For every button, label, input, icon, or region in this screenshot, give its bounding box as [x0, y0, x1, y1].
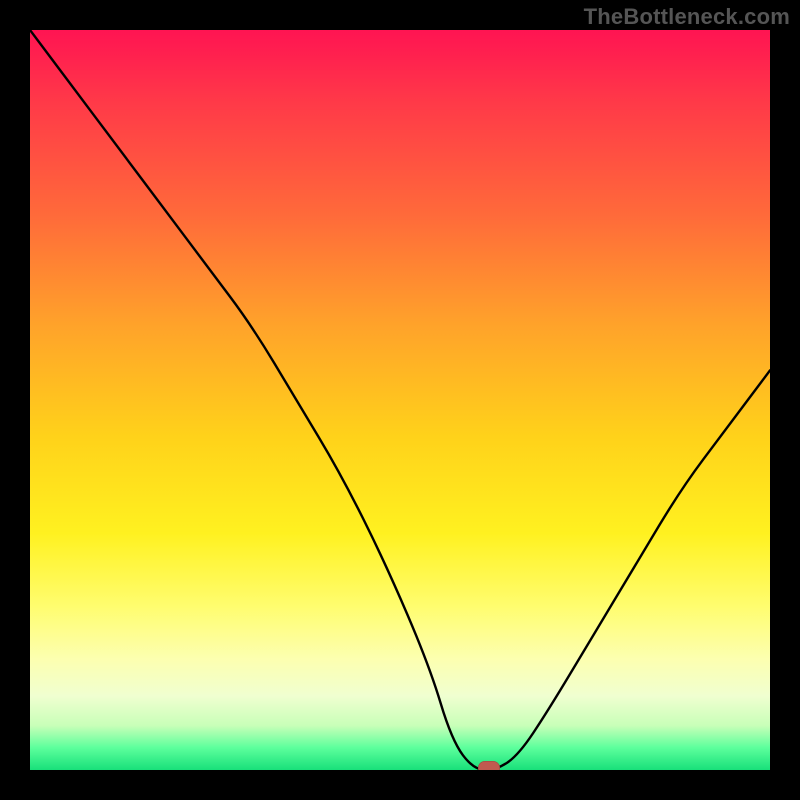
optimal-point-marker [478, 761, 500, 770]
watermark-text: TheBottleneck.com [584, 4, 790, 30]
plot-area [30, 30, 770, 770]
chart-frame: TheBottleneck.com [0, 0, 800, 800]
bottleneck-curve [30, 30, 770, 770]
